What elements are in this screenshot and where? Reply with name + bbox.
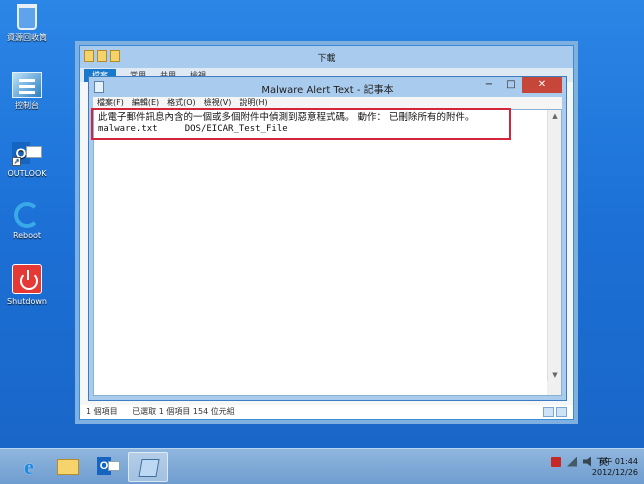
status-selected: 已選取 1 個項目 154 位元組 xyxy=(132,407,235,416)
scroll-up-icon[interactable]: ▲ xyxy=(548,110,562,122)
explorer-titlebar[interactable]: 下載 xyxy=(80,46,573,68)
network-icon[interactable] xyxy=(566,456,577,467)
desktop-icon-shutdown[interactable]: Shutdown xyxy=(0,264,54,307)
internet-explorer-icon: e xyxy=(24,454,34,479)
notepad-titlebar[interactable]: Malware Alert Text - 記事本 − □ ✕ xyxy=(89,77,566,97)
menu-view[interactable]: 檢視(V) xyxy=(204,97,232,109)
taskbar-clock[interactable]: 下午 01:44 2012/12/26 xyxy=(592,456,638,478)
scrollbar-corner xyxy=(547,381,561,395)
action-center-flag-icon[interactable] xyxy=(550,456,561,467)
menu-help[interactable]: 說明(H) xyxy=(239,97,267,109)
vertical-scrollbar[interactable]: ▲ ▼ xyxy=(547,110,561,381)
notepad-window[interactable]: Malware Alert Text - 記事本 − □ ✕ 檔案(F) 編輯(… xyxy=(88,76,567,401)
desktop-icon-reboot[interactable]: Reboot xyxy=(0,202,54,241)
view-buttons xyxy=(543,407,567,417)
outlook-icon: O ↗ xyxy=(12,138,42,166)
desktop-icon-outlook[interactable]: O ↗ OUTLOOK xyxy=(0,138,54,179)
desktop-icon-label: 資源回收筒 xyxy=(7,33,47,42)
clock-date: 2012/12/26 xyxy=(591,468,638,477)
details-view-icon[interactable] xyxy=(543,407,554,417)
menu-format[interactable]: 格式(O) xyxy=(167,97,196,109)
desktop-icon-label: Reboot xyxy=(12,231,42,240)
maximize-button[interactable]: □ xyxy=(500,77,522,93)
notepad-icon xyxy=(138,459,160,477)
scroll-down-icon[interactable]: ▼ xyxy=(548,369,562,381)
taskbar: e O 英 下午 01:44 2012/12/26 xyxy=(0,448,644,484)
window-controls: − □ ✕ xyxy=(478,77,562,93)
reboot-icon xyxy=(14,202,40,228)
mail-envelope-icon xyxy=(108,461,120,471)
desktop-icon-recycle-bin[interactable]: 資源回收筒 xyxy=(0,4,54,43)
threat-name: DOS/EICAR_Test_File xyxy=(184,124,288,134)
taskbar-ie-button[interactable]: e xyxy=(8,452,48,482)
taskbar-outlook-button[interactable]: O xyxy=(88,452,128,482)
desktop-icon-label: OUTLOOK xyxy=(7,169,47,178)
large-icons-view-icon[interactable] xyxy=(556,407,567,417)
desktop-icon-label: Shutdown xyxy=(7,297,47,306)
file-explorer-icon xyxy=(57,459,79,475)
taskbar-explorer-button[interactable] xyxy=(48,452,88,482)
menu-edit[interactable]: 編輯(E) xyxy=(132,97,159,109)
desktop-icon-control-panel[interactable]: 控制台 xyxy=(0,72,54,111)
status-item-count: 1 個項目 xyxy=(86,407,118,416)
explorer-status-bar: 1 個項目 已選取 1 個項目 154 位元組 xyxy=(80,405,573,419)
recycle-bin-icon xyxy=(17,4,37,30)
attachment-filename: malware.txt xyxy=(98,124,158,134)
taskbar-notepad-button[interactable] xyxy=(128,452,168,482)
close-button[interactable]: ✕ xyxy=(522,77,562,93)
power-icon xyxy=(12,264,42,294)
menu-bar: 檔案(F) 編輯(E) 格式(O) 檢視(V) 說明(H) xyxy=(93,97,562,109)
menu-file[interactable]: 檔案(F) xyxy=(97,97,124,109)
alert-message-line: 此電子郵件訊息內含的一個或多個附件中偵測到惡意程式碼。 動作： 已刪除所有的附件… xyxy=(98,112,475,123)
minimize-button[interactable]: − xyxy=(478,77,500,93)
desktop-icon-label: 控制台 xyxy=(15,101,39,110)
shortcut-arrow-icon: ↗ xyxy=(12,157,21,166)
editor-content: 此電子郵件訊息內含的一個或多個附件中偵測到惡意程式碼。 動作： 已刪除所有的附件… xyxy=(98,112,541,135)
control-panel-icon xyxy=(12,72,42,98)
text-editor-area[interactable]: 此電子郵件訊息內含的一個或多個附件中偵測到惡意程式碼。 動作： 已刪除所有的附件… xyxy=(93,109,562,396)
clock-time: 下午 01:44 xyxy=(596,457,638,466)
explorer-title: 下載 xyxy=(317,54,336,64)
